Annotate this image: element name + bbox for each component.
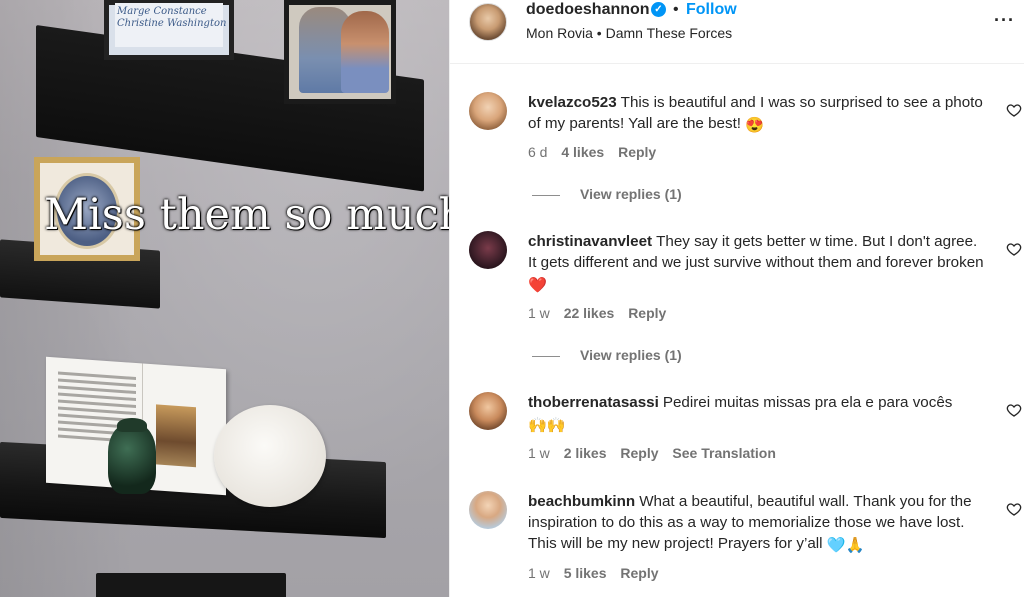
plaque-text-1: Marge Constance xyxy=(117,6,207,17)
reply-button[interactable]: Reply xyxy=(618,144,656,160)
comment-likes[interactable]: 5 likes xyxy=(564,565,607,581)
comment-time[interactable]: 1 w xyxy=(528,305,550,321)
verified-badge-icon: ✓ xyxy=(651,2,666,17)
sand-dollar xyxy=(214,405,326,507)
comment-meta: 1 w 22 likes Reply xyxy=(528,305,676,321)
comment-meta: 6 d 4 likes Reply xyxy=(528,144,666,160)
more-options-icon[interactable]: ··· xyxy=(994,10,1015,31)
comment-time[interactable]: 1 w xyxy=(528,445,550,461)
commenter-avatar[interactable] xyxy=(469,231,507,269)
view-replies-label: View replies (1) xyxy=(580,186,682,202)
photo-frame-name-plaque: Marge Constance Christine Washington xyxy=(104,0,234,60)
comment-likes[interactable]: 4 likes xyxy=(561,144,604,160)
comment-body: christinavanvleet They say it gets better… xyxy=(528,231,988,296)
comment-likes[interactable]: 2 likes xyxy=(564,445,607,461)
like-heart-icon[interactable] xyxy=(1006,501,1022,517)
like-heart-icon[interactable] xyxy=(1006,102,1022,118)
media-overlay-caption: Miss them so much xyxy=(44,190,449,240)
comment-text: Pedirei muitas missas pra ela e para voc… xyxy=(662,394,953,411)
comment-username[interactable]: beachbumkinn xyxy=(528,493,635,510)
comment-time[interactable]: 1 w xyxy=(528,565,550,581)
urn-lid xyxy=(117,418,147,432)
comment-meta: 1 w 2 likes Reply See Translation xyxy=(528,445,786,461)
comment-username[interactable]: christinavanvleet xyxy=(528,233,652,250)
plaque-text-2: Christine Washington xyxy=(117,18,227,29)
emoji-raised-hands: 🙌🙌 xyxy=(528,417,566,434)
follow-button[interactable]: Follow xyxy=(686,1,737,19)
comment-username[interactable]: kvelazco523 xyxy=(528,94,617,111)
view-replies-button[interactable]: View replies (1) xyxy=(532,186,682,202)
reply-button[interactable]: Reply xyxy=(620,565,658,581)
comment-time[interactable]: 6 d xyxy=(528,144,547,160)
photo-frame-couple xyxy=(284,0,396,104)
reply-button[interactable]: Reply xyxy=(620,445,658,461)
comment-username[interactable]: thoberrenatasassi xyxy=(528,394,659,411)
emoji-red-heart: ❤️ xyxy=(528,277,547,294)
shelf-bottom xyxy=(96,573,286,597)
comment-body: beachbumkinn What a beautiful, beautiful … xyxy=(528,491,988,556)
view-replies-button[interactable]: View replies (1) xyxy=(532,347,682,363)
comments-panel: doedoeshannon ✓ • Follow Mon Rovia • Dam… xyxy=(449,0,1024,597)
audio-subline[interactable]: Mon Rovia • Damn These Forces xyxy=(526,25,732,41)
comment-body: kvelazco523 This is beautiful and I was s… xyxy=(528,92,988,136)
comment-meta: 1 w 5 likes Reply xyxy=(528,565,669,581)
author-username[interactable]: doedoeshannon xyxy=(526,1,650,19)
commenter-avatar[interactable] xyxy=(469,491,507,529)
emoji-heart-and-pray: 🩵🙏 xyxy=(826,537,865,554)
like-heart-icon[interactable] xyxy=(1006,241,1022,257)
comment-body: thoberrenatasassi Pedirei muitas missas p… xyxy=(528,392,988,436)
see-translation-button[interactable]: See Translation xyxy=(672,445,775,461)
comment-likes[interactable]: 22 likes xyxy=(564,305,615,321)
view-replies-label: View replies (1) xyxy=(580,347,682,363)
commenter-avatar[interactable] xyxy=(469,92,507,130)
post-media[interactable]: Marge Constance Christine Washington Mis… xyxy=(0,0,449,597)
post-header: doedoeshannon ✓ • Follow Mon Rovia • Dam… xyxy=(450,0,1024,64)
author-avatar[interactable] xyxy=(469,3,507,41)
header-separator: • xyxy=(673,1,679,18)
reply-button[interactable]: Reply xyxy=(628,305,666,321)
urn xyxy=(108,424,156,494)
emoji-heart-eyes: 😍 xyxy=(745,117,765,134)
like-heart-icon[interactable] xyxy=(1006,402,1022,418)
commenter-avatar[interactable] xyxy=(469,392,507,430)
